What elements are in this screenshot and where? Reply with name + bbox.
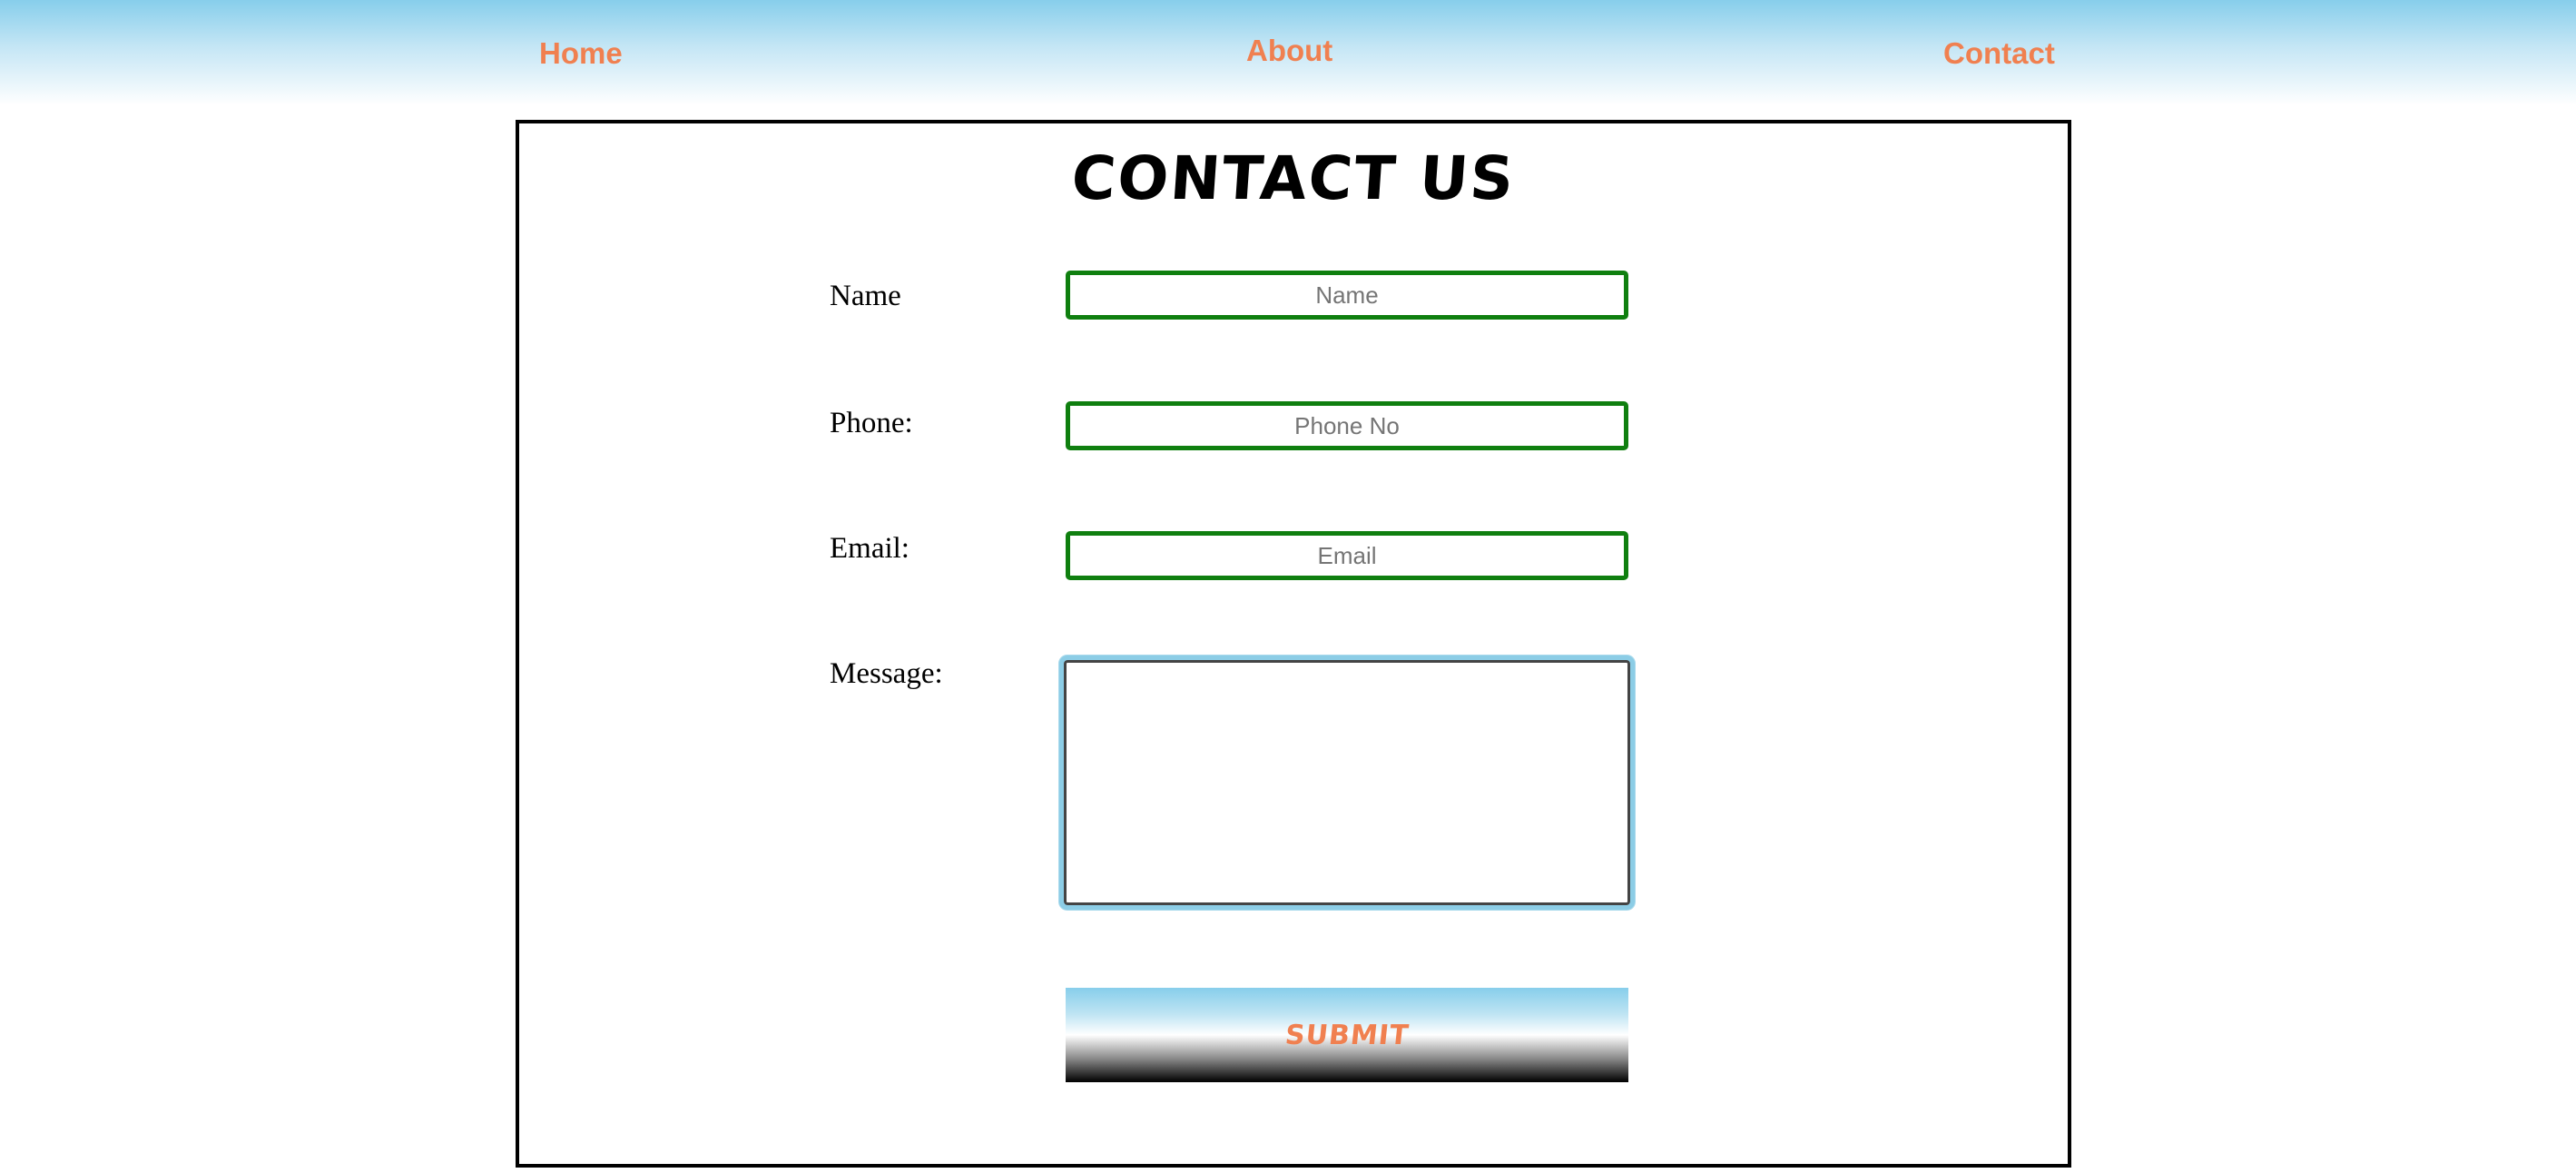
top-navbar: Home About Contact	[0, 0, 2576, 105]
contact-form-container: CONTACT US Name Phone: Email: Message: S…	[516, 120, 2071, 1168]
page-title: CONTACT US	[1069, 143, 1518, 213]
name-input[interactable]	[1066, 271, 1628, 320]
nav-link-home[interactable]: Home	[539, 36, 623, 71]
nav-link-contact[interactable]: Contact	[1943, 36, 2055, 71]
message-label: Message:	[830, 657, 943, 690]
submit-button[interactable]: SUBMIT	[1066, 988, 1628, 1082]
submit-button-label: SUBMIT	[1283, 1019, 1411, 1051]
name-label: Name	[830, 280, 901, 312]
email-label: Email:	[830, 532, 909, 565]
email-input[interactable]	[1066, 531, 1628, 580]
message-textarea[interactable]	[1059, 656, 1635, 910]
phone-input[interactable]	[1066, 401, 1628, 450]
phone-label: Phone:	[830, 407, 913, 439]
nav-link-about[interactable]: About	[1246, 34, 1332, 68]
